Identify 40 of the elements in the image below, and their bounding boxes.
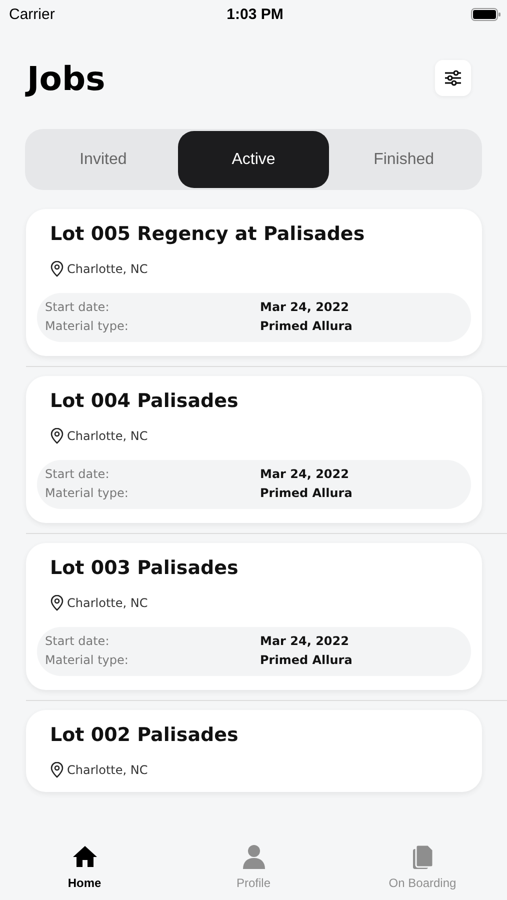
clock-time: 1:03 PM [226, 6, 284, 22]
job-title: Lot 004 Palisades [49, 390, 240, 412]
tab-bar-item[interactable]: Home [0, 830, 169, 900]
location-text: Charlotte, NC [67, 763, 148, 777]
detail-label: Start date: [45, 467, 110, 481]
location-pin-icon [50, 428, 64, 444]
filter-button[interactable] [435, 60, 471, 96]
carrier-label: Carrier [9, 6, 55, 22]
detail-label: Material type: [45, 486, 130, 500]
person-icon [240, 844, 266, 870]
sliders-icon [444, 69, 462, 87]
job-title: Lot 005 Regency at Palisades [49, 223, 366, 245]
location-pin-icon [50, 595, 64, 611]
tab[interactable]: Active [178, 131, 329, 188]
detail-label: Material type: [45, 319, 130, 333]
page-title: Jobs [27, 58, 106, 98]
job-card[interactable]: Lot 003 Palisades Charlotte, NC Start date: Mar 24, 2022 Material type: Primed Allura [26, 543, 482, 690]
detail-value: Mar 24, 2022 [260, 634, 349, 648]
job-card[interactable]: Lot 002 Palisades Charlotte, NC [26, 710, 482, 792]
location-text: Charlotte, NC [67, 596, 148, 610]
battery-icon [470, 8, 501, 20]
detail-label: Start date: [45, 634, 110, 648]
detail-label: Start date: [45, 300, 110, 314]
location-text: Charlotte, NC [67, 262, 148, 276]
detail-value: Primed Allura [260, 486, 352, 500]
detail-value: Primed Allura [260, 319, 352, 333]
home-icon [72, 844, 98, 870]
job-title: Lot 002 Palisades [49, 724, 240, 746]
job-card[interactable]: Lot 005 Regency at Palisades Charlotte, NC Start date: Mar 24, 2022 Material type: Primed Allura [26, 209, 482, 356]
location-pin-icon [50, 762, 64, 778]
location-pin-icon [50, 261, 64, 277]
detail-value: Mar 24, 2022 [260, 300, 349, 314]
detail-value: Mar 24, 2022 [260, 467, 349, 481]
detail-value: Primed Allura [260, 653, 352, 667]
detail-label: Material type: [45, 653, 130, 667]
job-title: Lot 003 Palisades [49, 557, 240, 579]
job-card[interactable]: Lot 004 Palisades Charlotte, NC Start date: Mar 24, 2022 Material type: Primed Allura [26, 376, 482, 523]
tab[interactable]: Finished [328, 131, 479, 188]
tab[interactable]: Invited [28, 131, 178, 188]
location-text: Charlotte, NC [67, 429, 148, 443]
